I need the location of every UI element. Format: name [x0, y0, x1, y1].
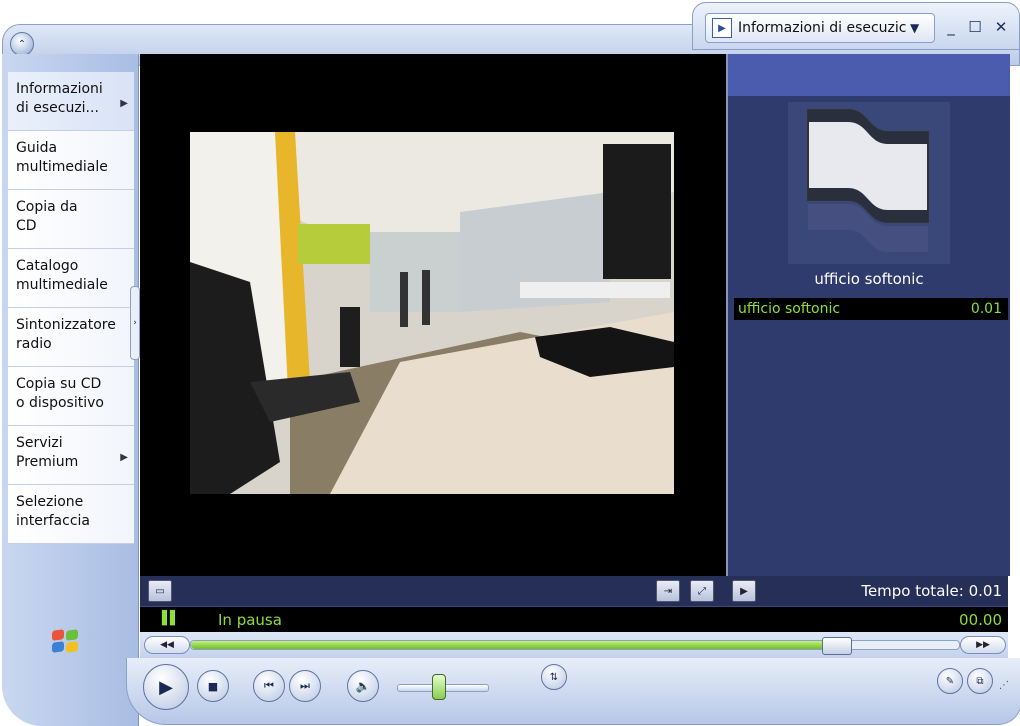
- skin-mode-button[interactable]: ✎: [937, 668, 963, 694]
- mini-player-icon: ⧉: [976, 675, 984, 687]
- playlist-item-duration: 0.01: [970, 301, 1002, 317]
- chevron-right-icon: ▶: [120, 452, 128, 463]
- now-playing-icon: ▶: [712, 18, 732, 38]
- playlist-options-icon: ▶: [740, 585, 748, 597]
- taskbar-item-rip-cd[interactable]: Copia da CD: [8, 190, 134, 249]
- resize-grip-icon[interactable]: ⋰: [999, 680, 1009, 691]
- fast-forward-icon: ▶▶: [976, 640, 990, 650]
- feature-taskbar-list: Informazioni di esecuzi... ▶ Guida multi…: [8, 72, 134, 544]
- film-strip-icon: [788, 102, 950, 264]
- playback-state: In pausa: [218, 611, 282, 629]
- taskbar-item-skin-chooser[interactable]: Selezione interfaccia: [8, 485, 134, 544]
- equalizer-icon: ⇅: [549, 671, 559, 683]
- album-title: ufficio softonic: [814, 270, 924, 288]
- shuffle-button[interactable]: ⇅: [541, 664, 567, 690]
- transport-controls: ▶ ■ ⏮ ⏭ 🔈 ⇅ ✎ ⧉ ⋰: [126, 658, 1020, 725]
- album-art: [788, 102, 950, 264]
- volume-thumb[interactable]: [431, 674, 446, 700]
- taskbar-item-label: Informazioni di esecuzi...: [16, 81, 103, 116]
- video-frame-office: [190, 132, 674, 494]
- taskbar-item-media-guide[interactable]: Guida multimediale: [8, 131, 134, 190]
- windows-logo-icon: [52, 629, 82, 656]
- chevron-right-icon: ▶: [120, 98, 128, 109]
- speaker-icon: 🔈: [355, 679, 371, 693]
- next-icon: ⏭: [300, 679, 310, 692]
- taskbar-item-label: Sintonizzatore radio: [16, 317, 116, 352]
- app-menu-button[interactable]: ⌃: [10, 32, 34, 56]
- play-icon: ▶: [159, 676, 173, 698]
- fit-video-icon: ⇥: [663, 585, 673, 597]
- playlist-item[interactable]: ufficio softonic 0.01: [734, 298, 1008, 320]
- office-scene-image: [190, 132, 674, 494]
- taskbar-item-library[interactable]: Catalogo multimediale: [8, 249, 134, 308]
- rewind-button[interactable]: ◀◀: [144, 636, 190, 654]
- seek-thumb[interactable]: [822, 637, 853, 655]
- taskbar-item-label: Selezione interfaccia: [16, 494, 90, 529]
- chevron-circle-icon: ⌃: [17, 38, 27, 50]
- mini-player-button[interactable]: ⧉: [967, 668, 993, 694]
- video-settings-icon: ▭: [155, 585, 165, 597]
- video-toolbar: ▭ ⇥ ⤢ ▶ Tempo totale: 0.01: [140, 576, 1008, 606]
- previous-button[interactable]: ⏮: [253, 670, 285, 702]
- fit-video-button[interactable]: ⇥: [656, 580, 680, 602]
- seek-slider[interactable]: [190, 637, 960, 655]
- elapsed-time: 00.00: [959, 611, 1002, 629]
- total-time: Tempo totale: 0.01: [861, 582, 1002, 600]
- seek-area: ◀◀ ▶▶: [140, 632, 1008, 658]
- play-button[interactable]: ▶: [143, 664, 189, 710]
- minimize-button[interactable]: _: [942, 18, 960, 36]
- previous-icon: ⏮: [264, 679, 274, 692]
- view-selector-dropdown[interactable]: ▶ Informazioni di esecuzic ▼: [705, 13, 935, 43]
- close-button[interactable]: ✕: [992, 18, 1010, 36]
- rewind-icon: ◀◀: [160, 640, 174, 650]
- full-screen-icon: ⤢: [698, 585, 706, 597]
- taskbar-item-label: Guida multimediale: [16, 140, 108, 175]
- taskbar-collapse-handle[interactable]: ›: [130, 286, 140, 360]
- panel-header: [728, 54, 1010, 96]
- stop-button[interactable]: ■: [197, 670, 229, 702]
- taskbar-item-now-playing[interactable]: Informazioni di esecuzi... ▶: [8, 72, 134, 131]
- next-button[interactable]: ⏭: [289, 670, 321, 702]
- status-bar: ▌▌ In pausa 00.00: [140, 606, 1008, 633]
- playlist-options-button[interactable]: ▶: [732, 580, 756, 602]
- taskbar-item-label: Servizi Premium: [16, 435, 79, 470]
- view-selector-label: Informazioni di esecuzic: [738, 20, 907, 36]
- taskbar-item-radio-tuner[interactable]: Sintonizzatore radio: [8, 308, 134, 367]
- now-playing-panel: ufficio softonic ufficio softonic 0.01: [726, 54, 1010, 576]
- taskbar-item-label: Copia su CD o dispositivo: [16, 376, 104, 411]
- video-settings-button[interactable]: ▭: [148, 580, 172, 602]
- taskbar-item-premium-services[interactable]: Servizi Premium ▶: [8, 426, 134, 485]
- media-player-window: ⌃ ▶ Informazioni di esecuzic ▼ _ ☐ ✕ Inf…: [2, 2, 1020, 726]
- stop-icon: ■: [207, 679, 219, 693]
- maximize-button[interactable]: ☐: [966, 18, 984, 36]
- fast-forward-button[interactable]: ▶▶: [960, 636, 1006, 654]
- mute-button[interactable]: 🔈: [347, 670, 379, 702]
- chevron-down-icon: ▼: [910, 21, 920, 35]
- seek-progress: [191, 641, 837, 649]
- taskbar-item-label: Copia da CD: [16, 199, 78, 234]
- skin-icon: ✎: [945, 675, 955, 687]
- full-screen-button[interactable]: ⤢: [690, 580, 714, 602]
- pause-status-icon: ▌▌: [162, 611, 180, 626]
- playlist-item-title: ufficio softonic: [738, 301, 841, 317]
- taskbar-item-burn-sync[interactable]: Copia su CD o dispositivo: [8, 367, 134, 426]
- taskbar-item-label: Catalogo multimediale: [16, 258, 108, 293]
